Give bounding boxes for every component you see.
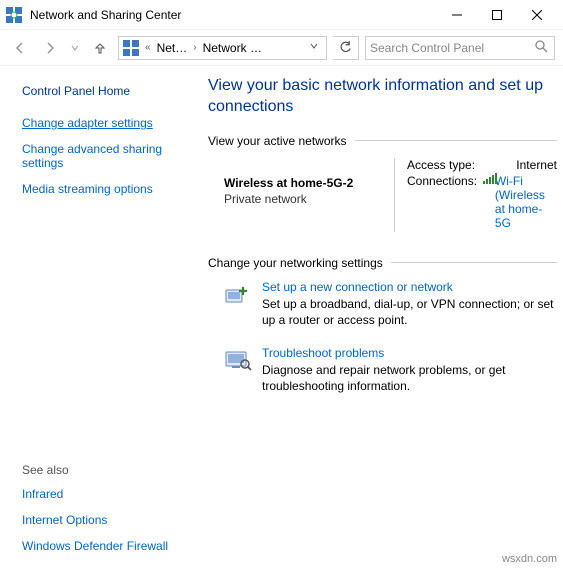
main-content: View your basic network information and … bbox=[200, 66, 563, 565]
maximize-button[interactable] bbox=[477, 1, 517, 29]
back-button[interactable] bbox=[8, 36, 32, 60]
task-troubleshoot-desc: Diagnose and repair network problems, or… bbox=[262, 362, 557, 394]
close-button[interactable] bbox=[517, 1, 557, 29]
connection-link[interactable]: Wi-Fi (Wireless at home-5G bbox=[495, 174, 557, 230]
control-panel-home-link[interactable]: Control Panel Home bbox=[22, 84, 186, 98]
network-type: Private network bbox=[224, 192, 382, 206]
active-network-row: Wireless at home-5G-2 Private network Ac… bbox=[208, 158, 557, 232]
see-also-heading: See also bbox=[22, 463, 186, 477]
title-bar: Network and Sharing Center bbox=[0, 0, 563, 30]
window-title: Network and Sharing Center bbox=[30, 8, 437, 22]
search-icon[interactable] bbox=[534, 39, 550, 56]
network-identity: Wireless at home-5G-2 Private network bbox=[224, 158, 382, 232]
vertical-divider bbox=[394, 158, 395, 232]
divider bbox=[391, 262, 557, 263]
bottom-spacer bbox=[0, 565, 563, 587]
see-also-section: See also Infrared Internet Options Windo… bbox=[22, 463, 186, 565]
sidebar-link-media-streaming[interactable]: Media streaming options bbox=[22, 182, 186, 196]
task-setup-link[interactable]: Set up a new connection or network bbox=[262, 280, 557, 294]
sidebar-link-advanced-sharing[interactable]: Change advanced sharing settings bbox=[22, 142, 186, 170]
access-type-value: Internet bbox=[516, 158, 557, 172]
app-icon bbox=[6, 7, 22, 23]
setup-connection-icon bbox=[224, 280, 252, 308]
divider bbox=[355, 140, 557, 141]
sidebar-link-adapter-settings[interactable]: Change adapter settings bbox=[22, 116, 186, 130]
forward-button[interactable] bbox=[38, 36, 62, 60]
active-networks-header: View your active networks bbox=[208, 134, 557, 148]
chevron-right-icon[interactable]: › bbox=[191, 42, 198, 53]
watermark: wsxdn.com bbox=[502, 553, 557, 565]
networking-settings-header: Change your networking settings bbox=[208, 256, 557, 270]
see-also-firewall[interactable]: Windows Defender Firewall bbox=[22, 539, 186, 553]
body: Control Panel Home Change adapter settin… bbox=[0, 66, 563, 565]
refresh-button[interactable] bbox=[333, 36, 359, 60]
sidebar: Control Panel Home Change adapter settin… bbox=[0, 66, 200, 565]
minimize-button[interactable] bbox=[437, 1, 477, 29]
troubleshoot-icon bbox=[224, 346, 252, 374]
connections-label: Connections: bbox=[407, 174, 477, 188]
network-name: Wireless at home-5G-2 bbox=[224, 176, 382, 190]
page-title: View your basic network information and … bbox=[208, 76, 557, 118]
control-panel-icon bbox=[123, 40, 139, 56]
breadcrumb-seg1[interactable]: Net… bbox=[157, 41, 188, 55]
chevron-left-icon[interactable]: « bbox=[143, 42, 153, 53]
breadcrumb-seg2[interactable]: Network … bbox=[203, 41, 262, 55]
see-also-internet-options[interactable]: Internet Options bbox=[22, 513, 186, 527]
see-also-infrared[interactable]: Infrared bbox=[22, 487, 186, 501]
network-details: Access type: Internet Connections: Wi-Fi… bbox=[407, 158, 557, 232]
search-input[interactable] bbox=[370, 41, 534, 55]
up-button[interactable] bbox=[88, 36, 112, 60]
task-list: Set up a new connection or network Set u… bbox=[208, 280, 557, 395]
search-box[interactable] bbox=[365, 36, 555, 60]
task-setup-desc: Set up a broadband, dial-up, or VPN conn… bbox=[262, 296, 557, 328]
networking-settings-label: Change your networking settings bbox=[208, 256, 383, 270]
task-setup-connection: Set up a new connection or network Set u… bbox=[224, 280, 557, 328]
task-troubleshoot: Troubleshoot problems Diagnose and repai… bbox=[224, 346, 557, 394]
toolbar: « Net… › Network … bbox=[0, 30, 563, 66]
wifi-signal-icon bbox=[483, 174, 489, 184]
recent-locations-button[interactable] bbox=[68, 36, 82, 60]
access-type-label: Access type: bbox=[407, 158, 475, 172]
address-dropdown-icon[interactable] bbox=[306, 42, 322, 53]
active-networks-label: View your active networks bbox=[208, 134, 347, 148]
address-bar[interactable]: « Net… › Network … bbox=[118, 36, 327, 60]
task-troubleshoot-link[interactable]: Troubleshoot problems bbox=[262, 346, 557, 360]
